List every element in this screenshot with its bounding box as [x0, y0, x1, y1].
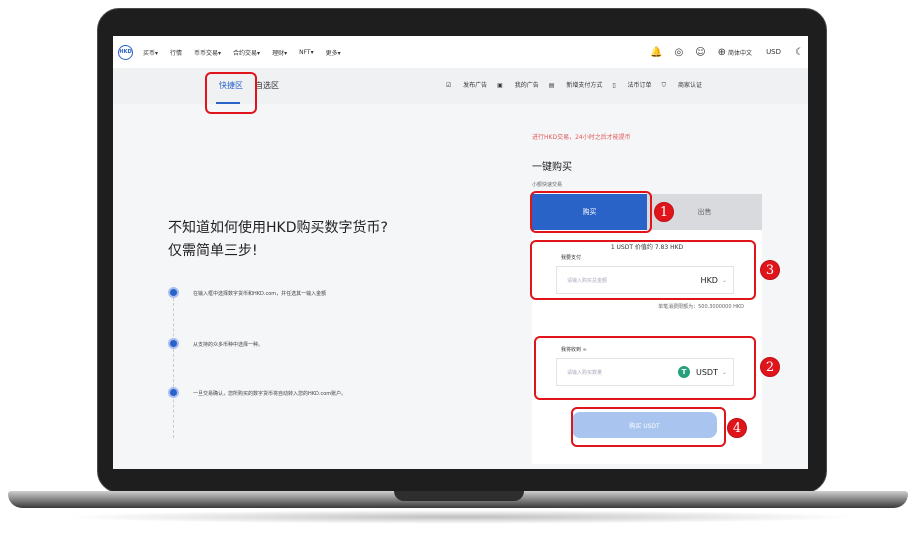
post-ad-label: 发布广告 — [463, 82, 488, 89]
globe-icon[interactable]: ⊕ — [718, 47, 726, 58]
annotation-number-2: 2 — [760, 357, 780, 377]
logo[interactable]: HKD — [118, 44, 133, 60]
step-text-1: 在输入框中选择数字货币和HKD.com，并任选其一输入金额 — [193, 291, 327, 297]
annotation-number-1: 1 — [654, 202, 674, 222]
my-ads-label: 我的广告 — [514, 82, 539, 89]
step-dot-1 — [168, 287, 179, 298]
add-payment-label: 新增支付方式 — [566, 82, 603, 89]
add-payment-link[interactable]: ▤ 新增支付方式 — [549, 80, 603, 90]
sub-actions: ☑ 发布广告 ▣ 我的广告 ▤ 新增支付方式 ▯ 法币订单 ⛉ 商家认证 — [436, 80, 702, 90]
nav-item-market[interactable]: 行情 — [170, 48, 182, 57]
merchant-label: 商家认证 — [677, 82, 702, 89]
logo-text: HKD — [119, 49, 132, 55]
panel-title: 一键购买 — [532, 162, 572, 173]
annotation-box-4 — [571, 407, 726, 447]
my-ads-link[interactable]: ▣ 我的广告 — [497, 80, 539, 90]
moon-icon[interactable]: ☾ — [795, 47, 804, 58]
step-text-2: 从支持的众多币种中选择一种。 — [193, 342, 264, 348]
hero-title: 不知道如何使用HKD购买数字货币? — [168, 220, 388, 236]
annotation-box-tab — [205, 72, 257, 114]
nav-item-spot[interactable]: 币币交易▾ — [194, 48, 221, 57]
notice-text: 进行HKD交易，24小时之后才能提币 — [532, 134, 631, 141]
download-icon[interactable]: ☺ — [695, 47, 705, 58]
nav-item-buy[interactable]: 买币▾ — [143, 48, 158, 57]
laptop-shadow — [60, 510, 860, 524]
annotation-box-3 — [530, 240, 756, 300]
nav-item-futures[interactable]: 合约交易▾ — [233, 48, 260, 57]
step-text-3: 一旦交易确认，您所购买的数字货币将自动转入您的HKD.com账户。 — [193, 391, 347, 397]
currency-selector[interactable]: USD — [766, 48, 781, 56]
nav-item-finance[interactable]: 理财▾ — [272, 48, 287, 57]
step-dot-3 — [168, 387, 179, 398]
steps-connector — [173, 298, 174, 438]
nav-item-more[interactable]: 更多▾ — [326, 48, 341, 57]
annotation-box-1 — [530, 191, 652, 233]
bell-icon[interactable]: 🔔 — [650, 47, 662, 58]
annotation-number-3: 3 — [760, 260, 780, 280]
fiat-orders-label: 法币订单 — [627, 82, 652, 89]
hero-subtitle: 仅需简单三步! — [168, 243, 258, 259]
post-ad-link[interactable]: ☑ 发布广告 — [446, 80, 487, 90]
nav-right: 🔔 ◎ ☺ ⊕ 简体中文 USD ☾ — [650, 36, 808, 68]
user-icon[interactable]: ◎ — [674, 47, 683, 58]
panel-subtitle: 小额快速交易 — [532, 182, 563, 188]
annotation-number-4: 4 — [727, 418, 747, 438]
fiat-orders-link[interactable]: ▯ 法币订单 — [612, 80, 651, 90]
laptop-mockup: HKD 买币▾ 行情 币币交易▾ 合约交易▾ 理财▾ NFT▾ 更多▾ 🔔 ◎ … — [0, 0, 922, 536]
step-dot-2 — [168, 338, 179, 349]
merchant-link[interactable]: ⛉ 商家认证 — [662, 80, 702, 90]
nav-item-nft[interactable]: NFT▾ — [299, 49, 314, 56]
language-selector[interactable]: 简体中文 — [728, 48, 752, 57]
tab-favorites[interactable]: 自选区 — [255, 80, 279, 91]
top-navbar: HKD 买币▾ 行情 币币交易▾ 合约交易▾ 理财▾ NFT▾ 更多▾ 🔔 ◎ … — [113, 36, 808, 68]
annotation-box-2 — [534, 336, 756, 400]
laptop-notch — [394, 491, 524, 501]
limit-text: 单笔消费限额为：500.3000000 HKD — [658, 304, 744, 310]
